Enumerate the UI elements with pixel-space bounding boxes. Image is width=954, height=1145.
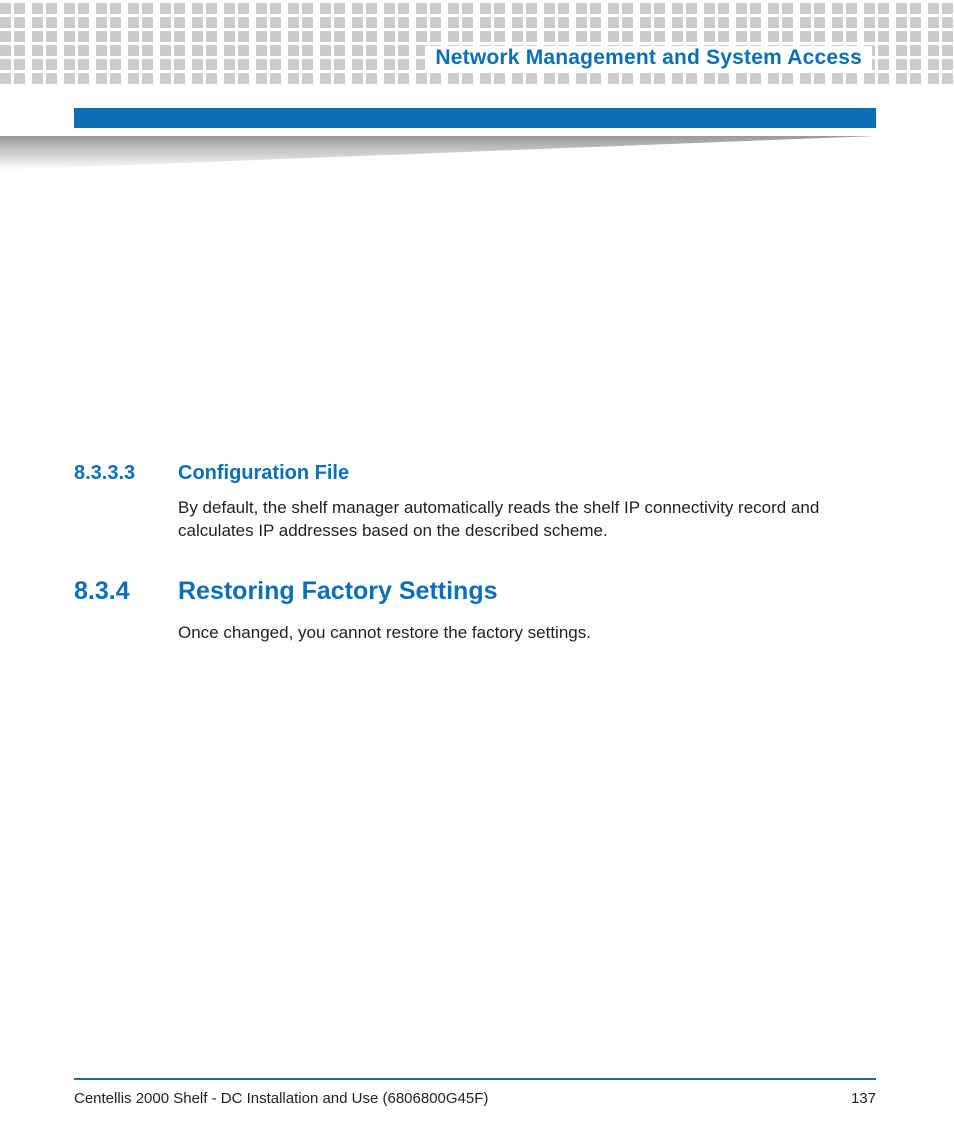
header-dot-pattern (0, 0, 954, 90)
header-wedge-separator (0, 136, 954, 170)
section: 8.3.3.3Configuration File By default, the… (74, 462, 876, 543)
section-number: 8.3.4 (74, 577, 174, 606)
section-title: Configuration File (178, 462, 876, 485)
section-title: Restoring Factory Settings (178, 577, 876, 606)
section: 8.3.4Restoring Factory Settings Once chan… (74, 577, 876, 645)
section-body: Once changed, you cannot restore the fac… (178, 622, 876, 645)
footer-page-number: 137 (851, 1090, 876, 1107)
footer-doc-title: Centellis 2000 Shelf - DC Installation a… (74, 1090, 488, 1107)
footer-rule (74, 1078, 876, 1080)
page-footer: Centellis 2000 Shelf - DC Installation a… (74, 1090, 876, 1107)
chapter-title: Network Management and System Access (425, 46, 872, 70)
header-blue-bar (74, 108, 876, 128)
section-number: 8.3.3.3 (74, 462, 174, 485)
section-body: By default, the shelf manager automatica… (178, 497, 876, 543)
